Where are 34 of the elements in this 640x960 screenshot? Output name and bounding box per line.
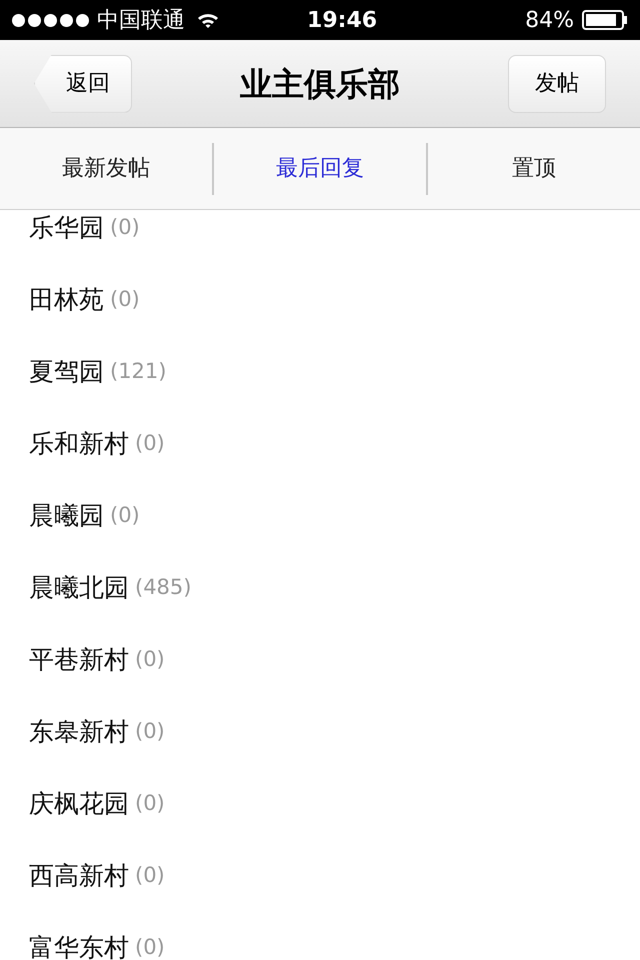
post-count: (0): [135, 862, 165, 890]
post-count: (0): [135, 646, 165, 674]
battery-icon: [582, 10, 628, 30]
community-name[interactable]: 夏驾园: [29, 353, 104, 391]
post-count: (0): [135, 430, 165, 458]
community-name[interactable]: 庆枫花园: [29, 785, 129, 823]
post-count: (0): [110, 286, 140, 314]
tab[interactable]: 最新发帖: [0, 128, 212, 209]
community-name[interactable]: 西高新村: [29, 857, 129, 895]
community-name[interactable]: 平巷新村: [29, 641, 129, 679]
tab[interactable]: 最后回复: [214, 128, 426, 209]
post-count: (0): [135, 790, 165, 818]
community-name[interactable]: 晨曦园: [29, 497, 104, 535]
community-name[interactable]: 乐华园: [29, 210, 104, 247]
community-name[interactable]: 乐和新村: [29, 425, 129, 463]
post-count: (0): [135, 718, 165, 746]
wifi-icon: [197, 12, 219, 28]
community-name[interactable]: 富华东村: [29, 929, 129, 960]
post-count: (0): [135, 934, 165, 960]
post-count: (121): [110, 358, 166, 386]
community-name[interactable]: 东皋新村: [29, 713, 129, 751]
clock: 19:46: [307, 6, 378, 34]
battery-percent: 84%: [525, 6, 574, 34]
tab[interactable]: 置顶: [428, 128, 640, 209]
post-count: (0): [110, 502, 140, 530]
post-button[interactable]: 发帖: [508, 54, 606, 112]
carrier-label: 中国联通: [97, 6, 185, 34]
community-name[interactable]: 田林苑: [29, 281, 104, 319]
post-count: (0): [110, 214, 140, 242]
post-count: (485): [135, 574, 192, 602]
page-title: 业主俱乐部: [240, 64, 400, 104]
signal-icon: [12, 14, 89, 26]
back-button[interactable]: 返回: [34, 54, 132, 112]
community-name[interactable]: 晨曦北园: [29, 569, 129, 607]
